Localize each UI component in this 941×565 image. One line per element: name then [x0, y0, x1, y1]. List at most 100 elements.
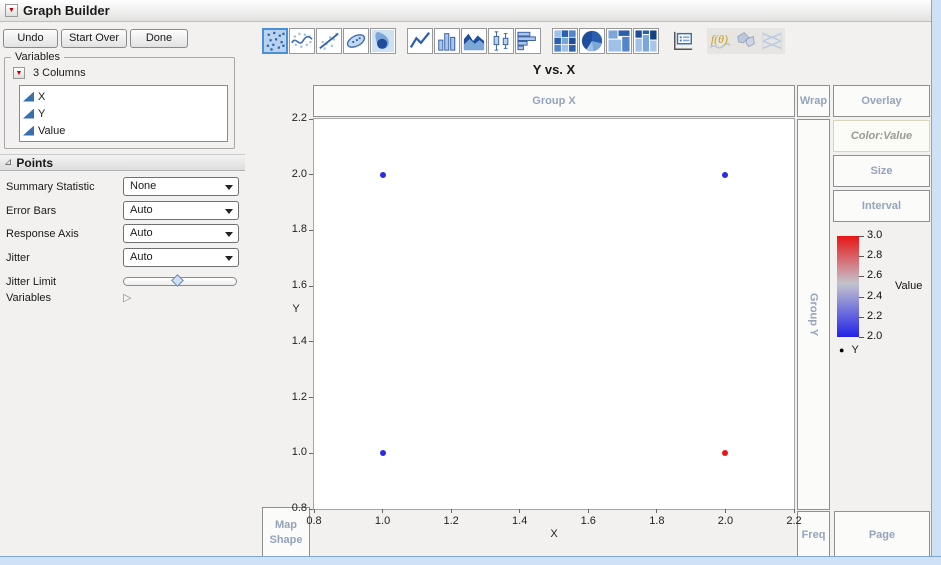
collapse-triangle-icon: ⊿ — [4, 157, 13, 168]
disclosure-triangle-icon[interactable]: ▷ — [123, 291, 131, 304]
columns-listbox[interactable]: X Y Value — [19, 85, 228, 142]
report-titlebar: ▼ Graph Builder — [0, 0, 931, 22]
data-point[interactable] — [722, 450, 729, 457]
window-frame-bottom — [0, 556, 941, 565]
legend-tick-mark — [859, 337, 864, 338]
smoother-icon[interactable] — [289, 28, 315, 54]
legend-tick-mark — [859, 256, 864, 258]
ellipse-icon[interactable] — [343, 28, 369, 54]
variables-panel-title: Variables — [11, 51, 65, 63]
report-menu-icon[interactable]: ▼ — [5, 4, 18, 17]
x-tick-label: 1.8 — [649, 515, 665, 527]
mosaic-icon[interactable] — [633, 28, 659, 54]
bar-chart-icon[interactable] — [434, 28, 460, 54]
drop-zone-overlay[interactable]: Overlay — [833, 85, 930, 117]
treemap-icon[interactable] — [606, 28, 632, 54]
x-tick-label: 1.6 — [580, 515, 596, 527]
prop-row-summary-statistic: Summary Statistic None — [6, 177, 245, 197]
column-item-x[interactable]: X — [23, 88, 227, 105]
data-point[interactable] — [379, 171, 386, 178]
chevron-down-icon — [225, 185, 233, 190]
line-chart-icon[interactable] — [407, 28, 433, 54]
drop-zone-page[interactable]: Page — [834, 511, 930, 558]
x-tick-label: 1.4 — [512, 515, 528, 527]
window-frame-right — [931, 0, 941, 565]
drop-zone-interval[interactable]: Interval — [833, 190, 930, 222]
drop-zone-size[interactable]: Size — [833, 155, 930, 187]
points-section-header[interactable]: ⊿ Points — [0, 154, 245, 171]
gradient-bar[interactable] — [837, 236, 859, 337]
column-item-y[interactable]: Y — [23, 105, 227, 122]
continuous-column-icon — [23, 108, 34, 119]
drop-zone-group-x[interactable]: Group X — [313, 85, 795, 117]
legend-tick-mark — [859, 296, 864, 298]
jitter-dropdown[interactable]: Auto — [123, 248, 239, 267]
chevron-down-icon — [225, 256, 233, 261]
pie-chart-icon[interactable] — [579, 28, 605, 54]
data-point[interactable] — [722, 171, 729, 178]
points-section-title: Points — [16, 155, 54, 170]
slider-thumb[interactable] — [171, 274, 184, 287]
y-tick-label: 2.0 — [291, 167, 307, 180]
parallel-plot-icon — [759, 28, 785, 54]
undo-button[interactable]: Undo — [3, 29, 58, 48]
y-tick-mark — [309, 118, 313, 120]
box-plot-icon[interactable] — [488, 28, 514, 54]
line-of-fit-icon[interactable] — [316, 28, 342, 54]
column-item-value[interactable]: Value — [23, 122, 227, 139]
y-tick-label: 1.0 — [291, 446, 307, 459]
x-axis-label: X — [550, 528, 558, 540]
summary-statistic-dropdown[interactable]: None — [123, 177, 239, 196]
y-tick-label: 0.8 — [291, 502, 307, 514]
series-marker-icon: ● — [839, 345, 845, 355]
y-tick-mark — [309, 452, 313, 454]
legend-tick-mark — [859, 276, 864, 278]
x-tick-mark — [793, 509, 795, 513]
done-button[interactable]: Done — [130, 29, 188, 48]
drop-zone-color[interactable]: Color:Value — [833, 120, 930, 152]
drop-zone-group-y[interactable]: Group Y — [797, 119, 830, 510]
plot-area[interactable]: 0.8 1.0 1.2 1.4 1.6 1.8 2.0 2.2 0.8 1.0 1.2 1.4 1.6 1… — [292, 112, 802, 527]
points-icon[interactable] — [262, 28, 288, 54]
formula-icon: f(θ) — [707, 28, 733, 54]
variables-groupbox: Variables ▼ 3 Columns X Y Value — [4, 51, 235, 149]
y-tick-label: 1.4 — [291, 334, 307, 347]
x-tick-mark — [382, 509, 384, 513]
element-toolbar: f(θ) — [262, 27, 785, 55]
legend-tick-label: 2.2 — [867, 309, 883, 322]
x-tick-label: 1.2 — [443, 515, 459, 527]
columns-count-label: 3 Columns — [33, 67, 86, 79]
legend-tick-label: 2.6 — [867, 269, 883, 282]
svg-text:f(θ): f(θ) — [711, 32, 728, 46]
jitter-limit-slider[interactable] — [123, 274, 237, 287]
x-tick-mark — [313, 509, 315, 513]
page-title: Graph Builder — [23, 3, 110, 18]
drop-zone-wrap[interactable]: Wrap — [797, 85, 830, 117]
heatmap-icon[interactable] — [552, 28, 578, 54]
x-tick-mark — [724, 509, 726, 513]
y-tick-mark — [309, 397, 313, 399]
response-axis-dropdown[interactable]: Auto — [123, 224, 239, 243]
columns-menu-icon[interactable]: ▼ — [13, 67, 25, 79]
y-tick-mark — [309, 508, 313, 510]
data-point[interactable] — [379, 450, 386, 457]
area-chart-icon[interactable] — [461, 28, 487, 54]
caption-box-icon[interactable] — [670, 28, 696, 54]
x-tick-mark — [587, 509, 589, 513]
y-tick-mark — [309, 285, 313, 287]
continuous-column-icon — [23, 125, 34, 136]
legend-tick-mark — [859, 236, 864, 237]
legend-tick-label: 2.4 — [867, 289, 883, 302]
histogram-icon[interactable] — [515, 28, 541, 54]
columns-header[interactable]: ▼ 3 Columns — [13, 67, 86, 79]
series-legend: ● Y — [839, 344, 859, 356]
chevron-down-icon — [225, 209, 233, 214]
chart-title: Y vs. X — [532, 62, 576, 77]
y-tick-label: 1.6 — [291, 279, 307, 292]
start-over-button[interactable]: Start Over — [61, 29, 127, 48]
y-tick-mark — [309, 174, 313, 176]
y-axis-label: Y — [292, 303, 300, 315]
error-bars-dropdown[interactable]: Auto — [123, 201, 239, 220]
legend-tick-label: 3.0 — [867, 229, 883, 241]
contour-icon[interactable] — [370, 28, 396, 54]
